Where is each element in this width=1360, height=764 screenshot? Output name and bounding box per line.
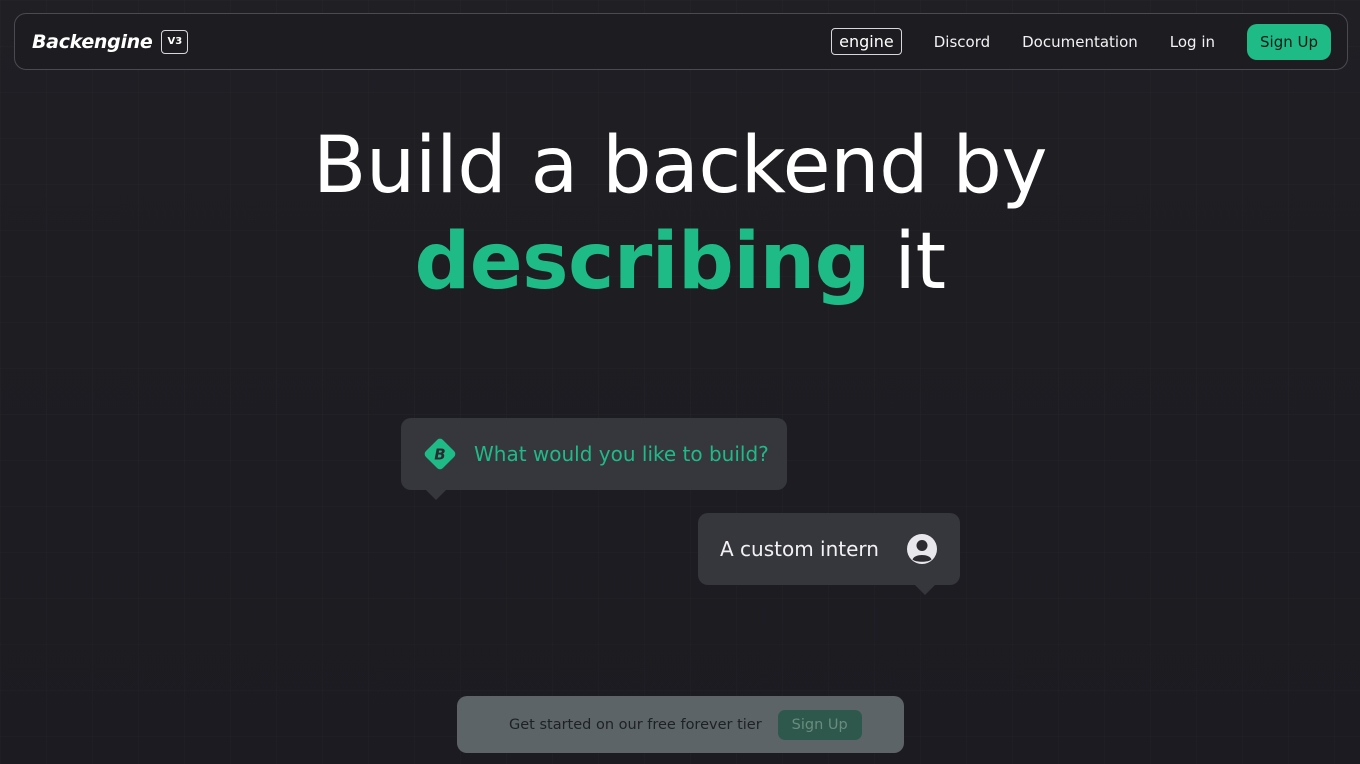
nav-link-documentation[interactable]: Documentation — [1022, 33, 1138, 51]
nav-link-discord[interactable]: Discord — [934, 33, 990, 51]
nav-links: engine Discord Documentation Log in Sign… — [831, 23, 1331, 60]
hero-heading: Build a backend by describing it — [0, 118, 1360, 310]
chat-bubble-question: B What would you like to build? — [401, 418, 787, 500]
hero-line-2: describing it — [0, 214, 1360, 310]
signup-button[interactable]: Sign Up — [1247, 23, 1331, 60]
hero-line-1: Build a backend by — [312, 121, 1048, 211]
version-badge: V3 — [161, 29, 189, 54]
nav-link-engine[interactable]: engine — [831, 28, 902, 55]
cta-signup-button[interactable]: Sign Up — [777, 709, 862, 740]
hero-line-2-rest: it — [869, 217, 946, 307]
backengine-logo-icon: B — [423, 437, 457, 471]
top-navbar: Backengine V3 engine Discord Documentati… — [14, 13, 1348, 70]
brand[interactable]: Backengine V3 — [32, 29, 189, 54]
svg-text:B: B — [434, 446, 445, 464]
cta-banner: Get started on our free forever tier Sig… — [457, 696, 904, 753]
chat-answer-text: A custom intern — [720, 537, 879, 561]
brand-logo-text: Backengine — [32, 30, 153, 53]
cta-text: Get started on our free forever tier — [509, 716, 762, 733]
user-avatar-icon — [906, 533, 938, 565]
nav-link-login[interactable]: Log in — [1170, 33, 1215, 51]
chat-bubble-answer: A custom intern — [698, 513, 960, 595]
chat-question-text: What would you like to build? — [474, 442, 769, 466]
hero-accent-word: describing — [414, 217, 870, 307]
background-grid — [0, 0, 1360, 764]
